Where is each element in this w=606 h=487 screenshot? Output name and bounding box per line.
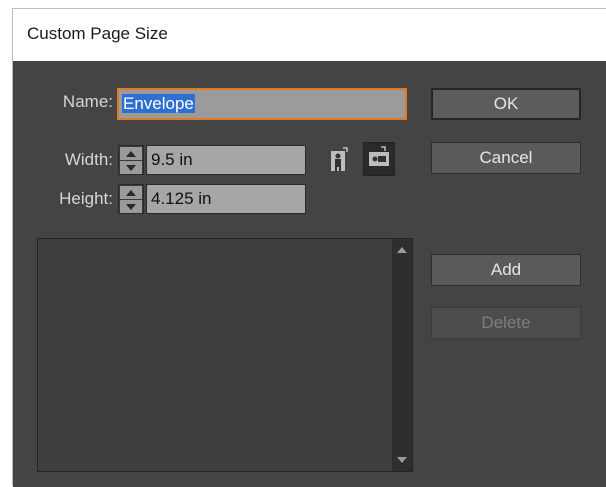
name-field[interactable]: Envelope bbox=[117, 88, 407, 120]
height-label: Height: bbox=[59, 189, 113, 208]
dialog-body: Name: Envelope Width: 9.5 in Height: 4.1… bbox=[13, 61, 606, 487]
height-increment-button[interactable] bbox=[120, 186, 142, 199]
chevron-up-icon bbox=[126, 150, 136, 157]
width-increment-button[interactable] bbox=[120, 147, 142, 160]
height-field[interactable]: 4.125 in bbox=[146, 184, 306, 214]
landscape-icon bbox=[369, 146, 389, 166]
add-button[interactable]: Add bbox=[431, 254, 581, 286]
orientation-landscape-button[interactable] bbox=[363, 142, 395, 176]
width-field[interactable]: 9.5 in bbox=[146, 145, 306, 175]
width-label: Width: bbox=[64, 150, 113, 169]
cancel-button[interactable]: Cancel bbox=[431, 142, 581, 174]
scroll-up-icon[interactable] bbox=[397, 247, 407, 253]
page-size-list[interactable] bbox=[37, 238, 413, 472]
dialog-title: Custom Page Size bbox=[27, 24, 168, 43]
title-bar: Custom Page Size bbox=[13, 9, 606, 61]
portrait-icon bbox=[331, 147, 348, 171]
chevron-up-icon bbox=[126, 189, 136, 196]
custom-page-size-dialog: Custom Page Size Name: Envelope Width: 9… bbox=[12, 8, 606, 487]
height-stepper[interactable] bbox=[118, 184, 144, 214]
scroll-down-icon[interactable] bbox=[397, 457, 407, 463]
ok-button[interactable]: OK bbox=[431, 88, 581, 120]
name-value: Envelope bbox=[122, 94, 195, 113]
list-scrollbar[interactable] bbox=[392, 239, 412, 471]
chevron-down-icon bbox=[126, 203, 136, 210]
orientation-portrait-button[interactable] bbox=[323, 143, 355, 177]
name-label: Name: bbox=[62, 92, 113, 111]
width-stepper[interactable] bbox=[118, 145, 144, 175]
width-decrement-button[interactable] bbox=[120, 161, 142, 174]
delete-button[interactable]: Delete bbox=[431, 307, 581, 339]
chevron-down-icon bbox=[126, 164, 136, 171]
height-decrement-button[interactable] bbox=[120, 200, 142, 213]
